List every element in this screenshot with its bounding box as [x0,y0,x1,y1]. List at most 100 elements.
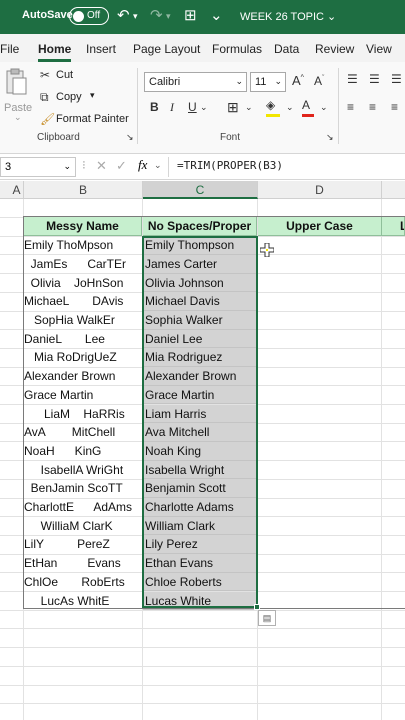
tab-home[interactable]: Home [38,42,72,62]
header-no-spaces-proper[interactable]: No Spaces/Proper [143,217,257,236]
clean-name-cell[interactable]: Daniel Lee [143,329,257,349]
document-title[interactable]: WEEK 26 TOPIC ⌄ [240,10,336,23]
bold-icon[interactable]: B [150,100,159,114]
align-right-icon[interactable]: ≡ [391,100,398,114]
font-color-button[interactable]: A [302,98,320,118]
undo-icon[interactable]: ↶ [117,6,130,24]
tab-view[interactable]: View [366,42,392,56]
underline-dropdown-icon[interactable]: ⌄ [200,102,208,113]
font-size-box[interactable]: 11 ⌄ [250,72,286,92]
messy-name-cell[interactable]: Grace Martin [24,386,142,405]
redo-icon[interactable]: ↷ [150,6,163,24]
clean-name-cell[interactable]: Alexander Brown [143,367,257,386]
column-header-b[interactable]: B [24,181,143,199]
messy-name-cell[interactable]: EtHan Evans [24,554,142,573]
paste-button[interactable]: Paste [4,68,32,118]
column-header-a[interactable]: A [10,181,24,199]
messy-name-cell[interactable]: LucAs WhitE [24,592,142,611]
messy-name-cell[interactable]: LilY PereZ [24,535,142,554]
messy-name-cell[interactable]: DanieL Lee [24,330,142,349]
clean-name-cell[interactable]: Liam Harris [143,404,257,424]
clean-name-cell[interactable]: Isabella Wright [143,460,257,480]
tab-data[interactable]: Data [274,42,299,56]
upper-case-cell[interactable] [258,442,382,461]
upper-case-cell[interactable] [258,405,382,424]
format-painter-button[interactable]: 🖌 Format Painter [40,112,130,128]
upper-case-cell[interactable] [258,274,382,293]
upper-case-cell[interactable] [258,479,382,498]
upper-case-cell[interactable] [258,535,382,554]
messy-name-cell[interactable]: IsabellA WriGht [24,461,142,480]
tab-page-layout[interactable]: Page Layout [133,42,200,56]
clean-name-cell[interactable]: Charlotte Adams [143,498,257,517]
upper-case-cell[interactable] [258,255,382,274]
select-all-corner[interactable] [0,181,10,199]
underline-icon[interactable]: U [188,100,197,114]
align-bottom-icon[interactable]: ☰ [391,72,402,86]
decrease-font-size-icon[interactable]: Aˇ [314,74,324,88]
upper-case-cell[interactable] [258,461,382,480]
align-top-icon[interactable]: ☰ [347,72,358,86]
formula-input[interactable]: =TRIM(PROPER(B3) [177,159,283,172]
messy-name-cell[interactable]: Mia RoDrigUeZ [24,348,142,367]
clean-name-cell[interactable]: Ethan Evans [143,554,257,573]
italic-icon[interactable]: I [170,100,174,115]
tab-insert[interactable]: Insert [86,42,116,56]
borders-dropdown-icon[interactable]: ⌄ [245,102,253,113]
redo-dropdown-icon[interactable]: ▾ [166,11,171,22]
customize-toolbar-icon[interactable]: ⌄ [210,6,223,24]
column-header-e[interactable] [382,181,405,199]
font-color-dropdown-icon[interactable]: ⌄ [320,102,328,113]
messy-name-cell[interactable]: Alexander Brown [24,367,142,386]
messy-name-cell[interactable]: WilliaM ClarK [24,517,142,536]
autosave-toggle[interactable]: Off [69,7,109,25]
grid-icon[interactable]: ⊞ [184,6,197,24]
clean-name-cell[interactable]: Chloe Roberts [143,572,257,592]
upper-case-cell[interactable] [258,573,382,592]
messy-name-cell[interactable]: CharlottE AdAms [24,498,142,517]
upper-case-cell[interactable] [258,330,382,349]
messy-name-cell[interactable]: ChlOe RobErts [24,573,142,592]
upper-case-cell[interactable] [258,292,382,311]
header-messy-name[interactable]: Messy Name [24,217,142,236]
messy-name-cell[interactable]: SopHia WalkEr [24,311,142,330]
confirm-entry-icon[interactable]: ✓ [116,158,127,174]
column-header-d[interactable]: D [258,181,382,199]
clean-name-cell[interactable]: James Carter [143,254,257,274]
messy-name-cell[interactable]: JamEs CarTEr [24,255,142,274]
cancel-entry-icon[interactable]: ✕ [96,158,107,174]
quick-analysis-icon[interactable]: ▤ [258,610,276,626]
tab-review[interactable]: Review [315,42,354,56]
messy-name-cell[interactable]: AvA MitChell [24,423,142,442]
messy-name-cell[interactable]: Emily ThoMpson [24,236,142,255]
upper-case-cell[interactable] [258,498,382,517]
increase-font-size-icon[interactable]: A^ [292,73,304,88]
clean-name-cell[interactable]: Michael Davis [143,292,257,311]
clean-name-cell[interactable]: William Clark [143,516,257,536]
align-middle-icon[interactable]: ☰ [369,72,380,86]
copy-button[interactable]: ⧉ Copy ▾ [40,90,100,106]
name-box[interactable]: 3 ⌄ [0,157,76,177]
clean-name-cell[interactable]: Lucas White [143,591,257,611]
upper-case-cell[interactable] [258,348,382,367]
worksheet-grid[interactable]: Messy Name No Spaces/Proper Upper Case L… [0,199,405,720]
cut-button[interactable]: ✂ Cut [40,68,100,84]
clean-name-cell[interactable]: Olivia Johnson [143,273,257,293]
clean-name-cell[interactable]: Noah King [143,441,257,461]
clean-name-cell[interactable]: Grace Martin [143,385,257,405]
clean-name-cell[interactable]: Benjamin Scott [143,479,257,498]
font-launcher-icon[interactable]: ↘ [326,132,334,143]
clean-name-cell[interactable]: Lily Perez [143,535,257,555]
paste-dropdown-icon[interactable]: ⌄ [14,112,22,123]
clean-name-cell[interactable]: Mia Rodriguez [143,348,257,368]
upper-case-cell[interactable] [258,517,382,536]
header-next-column[interactable]: L [382,217,405,236]
header-upper-case[interactable]: Upper Case [258,217,382,236]
tab-file[interactable]: File [0,42,19,56]
upper-case-cell[interactable] [258,367,382,386]
messy-name-cell[interactable]: MichaeL DAvis [24,292,142,311]
upper-case-cell[interactable] [258,554,382,573]
messy-name-cell[interactable]: LiaM HaRRis [24,405,142,424]
messy-name-cell[interactable]: BenJamin ScoTT [24,479,142,498]
clean-name-cell[interactable]: Sophia Walker [143,311,257,330]
